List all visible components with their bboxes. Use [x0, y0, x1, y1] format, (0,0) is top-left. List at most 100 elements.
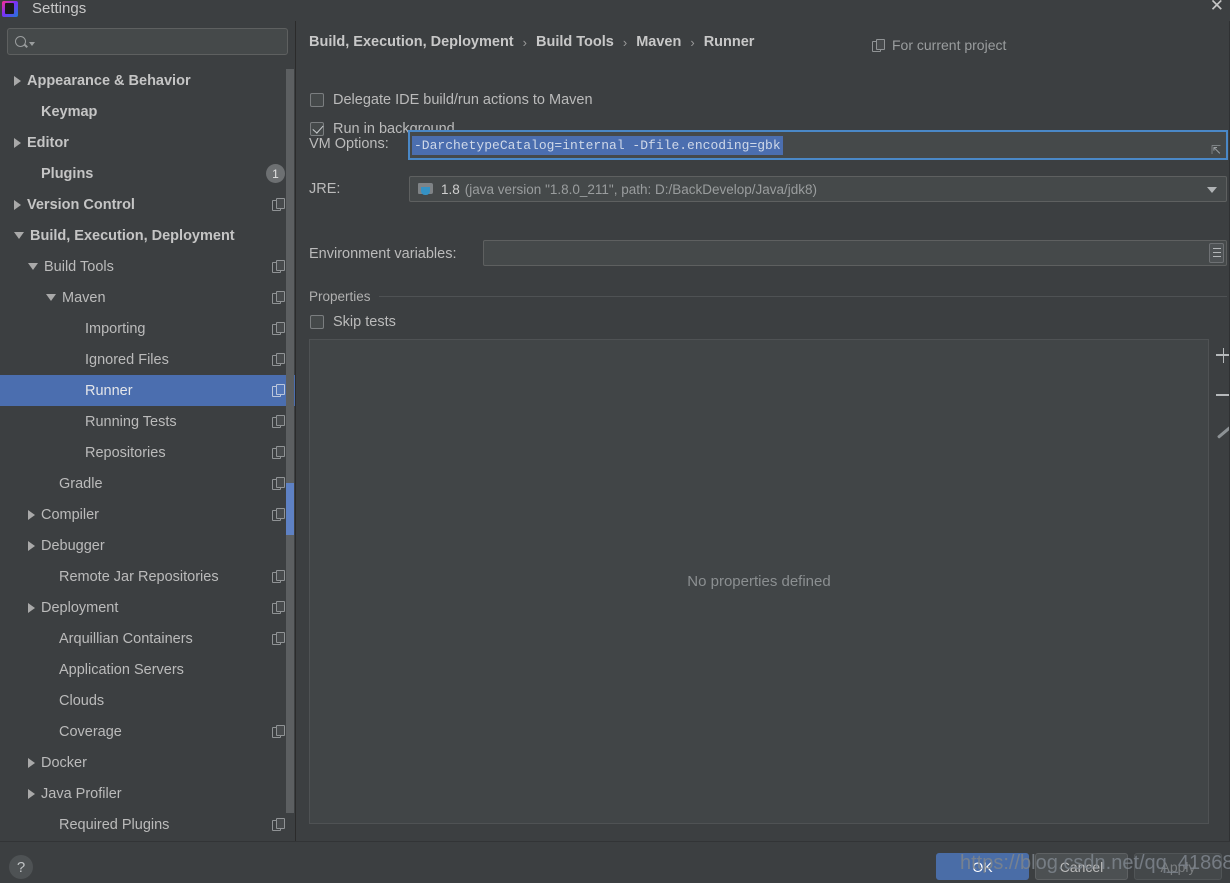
sidebar-item-label: Running Tests: [85, 413, 177, 430]
chevron-down-icon[interactable]: [28, 263, 38, 270]
properties-empty-message: No properties defined: [687, 573, 831, 590]
sidebar-item-runner[interactable]: Runner: [0, 375, 295, 406]
vm-options-value[interactable]: -DarchetypeCatalog=internal -Dfile.encod…: [412, 135, 783, 155]
remove-icon[interactable]: [1216, 387, 1230, 403]
breadcrumb-item[interactable]: Build, Execution, Deployment: [309, 34, 514, 50]
chevron-right-icon[interactable]: [28, 540, 35, 551]
edit-icon[interactable]: [1216, 425, 1230, 441]
run-in-background-checkbox[interactable]: [310, 122, 324, 136]
sidebar-item-application-servers[interactable]: Application Servers: [0, 654, 295, 685]
sidebar-item-java-profiler[interactable]: Java Profiler: [0, 778, 295, 809]
sidebar-item-debugger[interactable]: Debugger: [0, 530, 295, 561]
skip-tests-label: Skip tests: [333, 314, 396, 330]
copy-icon: [272, 508, 285, 521]
search-input[interactable]: [39, 34, 287, 49]
settings-tree[interactable]: Appearance & Behavior Keymap Editor Plugins…: [0, 65, 295, 841]
properties-table[interactable]: No properties defined: [309, 339, 1209, 824]
properties-group-separator: Properties: [309, 289, 1227, 304]
copy-icon: [272, 570, 285, 583]
chevron-down-icon[interactable]: [14, 232, 24, 239]
sidebar-item-build-tools[interactable]: Build Tools: [0, 251, 295, 282]
sidebar-item-remote-jar-repositories[interactable]: Remote Jar Repositories: [0, 561, 295, 592]
chevron-right-icon[interactable]: [14, 75, 21, 86]
chevron-right-icon[interactable]: [14, 199, 21, 210]
sidebar-item-plugins[interactable]: Plugins 1: [0, 158, 295, 189]
sidebar-item-label: Docker: [41, 754, 87, 771]
chevron-down-icon[interactable]: [46, 294, 56, 301]
breadcrumb-separator: ›: [690, 34, 695, 50]
sidebar-item-keymap[interactable]: Keymap: [0, 96, 295, 127]
apply-button[interactable]: Apply: [1134, 853, 1222, 880]
vm-options-label: VM Options:: [309, 136, 389, 152]
copy-icon: [272, 818, 285, 831]
environment-variables-label: Environment variables:: [309, 246, 457, 262]
chevron-right-icon[interactable]: [28, 602, 35, 613]
sidebar-item-label: Remote Jar Repositories: [59, 568, 219, 585]
breadcrumb-item[interactable]: Build Tools: [536, 34, 614, 50]
breadcrumb-item[interactable]: Maven: [636, 34, 681, 50]
sidebar-scrollbar-thumb[interactable]: [286, 483, 294, 535]
ok-button[interactable]: OK: [936, 853, 1029, 880]
close-icon[interactable]: ✕: [1210, 0, 1224, 16]
chevron-down-icon[interactable]: [29, 41, 35, 46]
sidebar-item-label: Clouds: [59, 692, 105, 709]
skip-tests-checkbox-row[interactable]: Skip tests: [310, 314, 396, 330]
chevron-right-icon[interactable]: [28, 788, 35, 799]
sidebar-item-importing[interactable]: Importing: [0, 313, 295, 344]
chevron-down-icon[interactable]: [1207, 187, 1217, 193]
sidebar-item-label: Appearance & Behavior: [27, 72, 191, 89]
sidebar-item-clouds[interactable]: Clouds: [0, 685, 295, 716]
sidebar-item-label: Debugger: [41, 537, 105, 554]
sidebar-item-required-plugins[interactable]: Required Plugins: [0, 809, 295, 840]
chevron-right-icon[interactable]: [14, 137, 21, 148]
sidebar-item-label: Required Plugins: [59, 816, 170, 833]
sidebar-item-label: Maven: [62, 289, 106, 306]
cancel-button[interactable]: Cancel: [1035, 853, 1128, 880]
intellij-idea-icon: [2, 0, 18, 17]
chevron-right-icon[interactable]: [28, 509, 35, 520]
sidebar-item-appearance-behavior[interactable]: Appearance & Behavior: [0, 65, 295, 96]
copy-icon: [272, 725, 285, 738]
jre-dropdown[interactable]: 1.8 (java version "1.8.0_211", path: D:/…: [409, 176, 1227, 202]
sidebar-item-label: Build Tools: [44, 258, 114, 275]
sidebar-item-repositories[interactable]: Repositories: [0, 437, 295, 468]
sidebar-item-arquillian-containers[interactable]: Arquillian Containers: [0, 623, 295, 654]
vm-options-input[interactable]: -DarchetypeCatalog=internal -Dfile.encod…: [408, 130, 1228, 160]
copy-icon: [272, 198, 285, 211]
sidebar-item-coverage[interactable]: Coverage: [0, 716, 295, 747]
sidebar-item-maven[interactable]: Maven: [0, 282, 295, 313]
delegate-ide-build-checkbox[interactable]: [310, 93, 324, 107]
settings-sidebar: Appearance & Behavior Keymap Editor Plugins…: [0, 21, 296, 841]
copy-icon: [272, 291, 285, 304]
copy-icon: [272, 260, 285, 273]
breadcrumb-item[interactable]: Runner: [704, 34, 755, 50]
sidebar-item-build-execution-deployment[interactable]: Build, Execution, Deployment: [0, 220, 295, 251]
delegate-ide-build-checkbox-row[interactable]: Delegate IDE build/run actions to Maven: [310, 92, 593, 108]
chevron-right-icon[interactable]: [28, 757, 35, 768]
sidebar-scrollbar-track[interactable]: [286, 69, 294, 813]
environment-variables-browse-icon[interactable]: [1209, 243, 1224, 263]
sidebar-item-compiler[interactable]: Compiler: [0, 499, 295, 530]
sidebar-item-editor[interactable]: Editor: [0, 127, 295, 158]
sidebar-item-label: Deployment: [41, 599, 119, 616]
sidebar-item-ignored-files[interactable]: Ignored Files: [0, 344, 295, 375]
divider: [378, 296, 1227, 297]
sidebar-item-version-control[interactable]: Version Control: [0, 189, 295, 220]
sidebar-item-running-tests[interactable]: Running Tests: [0, 406, 295, 437]
environment-variables-input[interactable]: [483, 240, 1227, 266]
search-box[interactable]: [7, 28, 288, 55]
jdk-folder-icon: [418, 182, 434, 196]
sidebar-item-label: Coverage: [59, 723, 122, 740]
sidebar-item-label: Importing: [85, 320, 146, 337]
add-icon[interactable]: [1216, 347, 1230, 363]
sidebar-item-deployment[interactable]: Deployment: [0, 592, 295, 623]
skip-tests-checkbox[interactable]: [310, 315, 324, 329]
sidebar-item-docker[interactable]: Docker: [0, 747, 295, 778]
help-button[interactable]: ?: [9, 855, 33, 879]
expand-editor-icon[interactable]: ⇱: [1211, 144, 1223, 157]
sidebar-item-gradle[interactable]: Gradle: [0, 468, 295, 499]
sidebar-item-label: Gradle: [59, 475, 103, 492]
